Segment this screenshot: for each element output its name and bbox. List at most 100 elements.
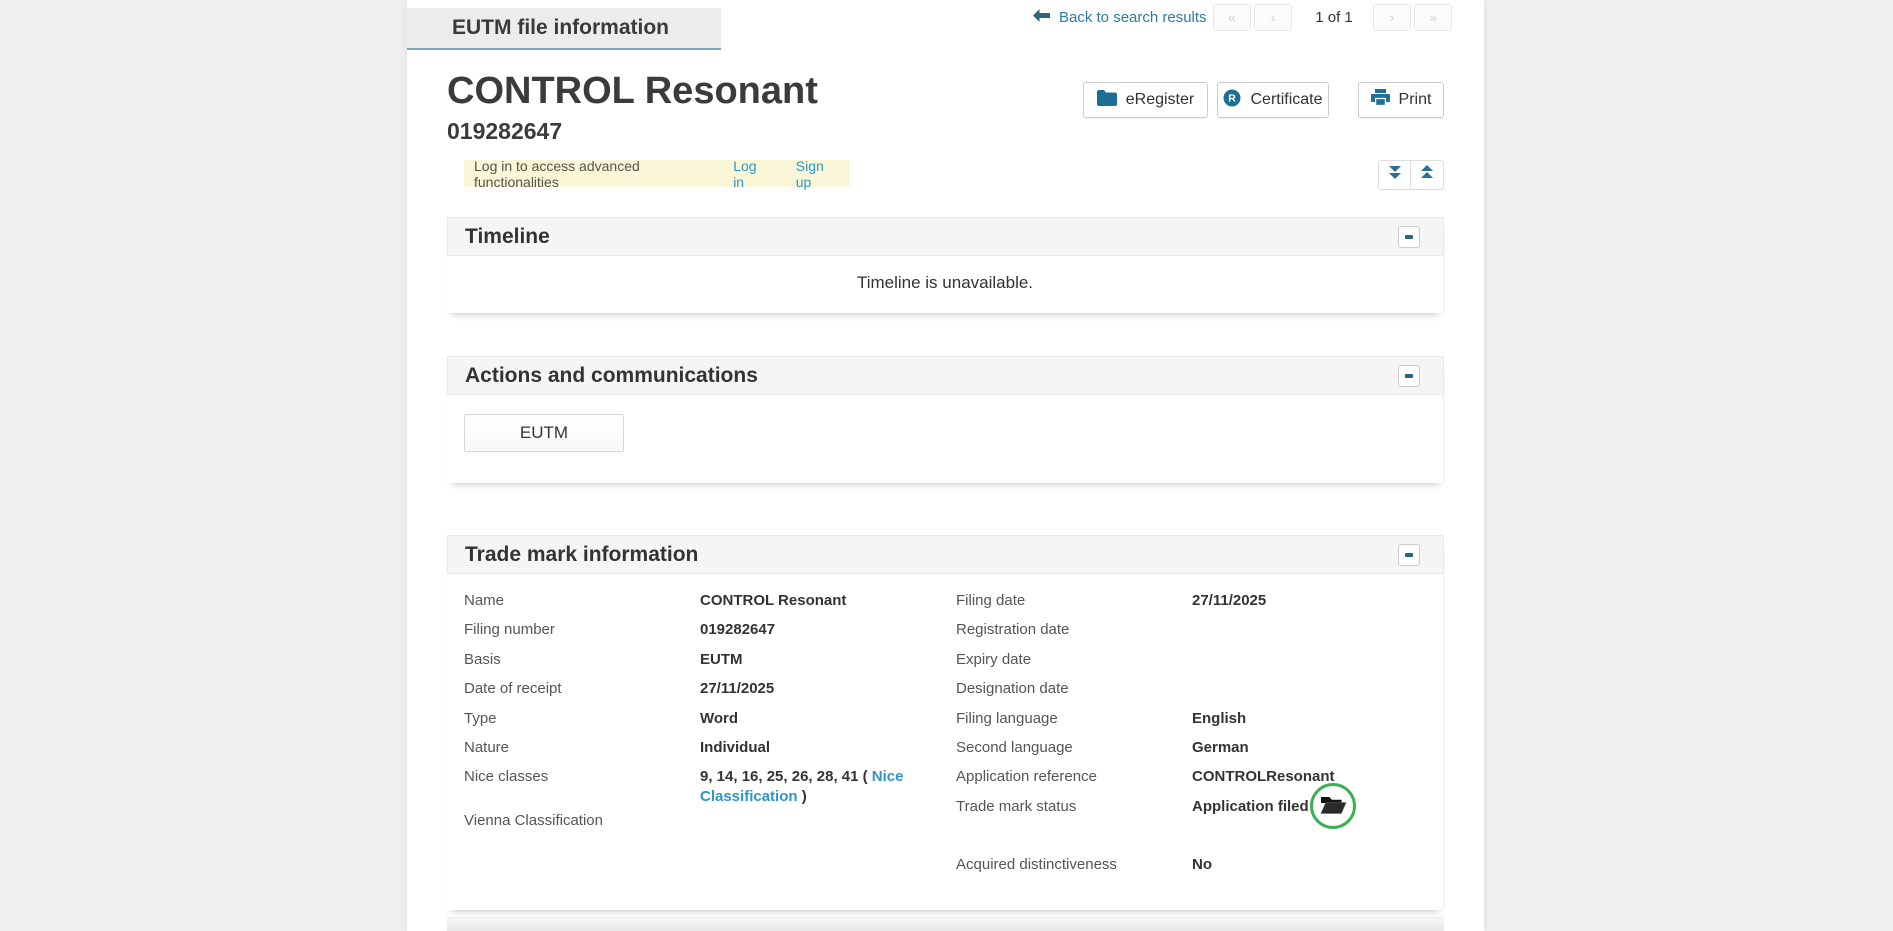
table-row: Nature Individual <box>464 734 956 763</box>
double-chevron-down-icon <box>1388 165 1402 185</box>
field-value: German <box>1192 734 1427 758</box>
field-label: Filing number <box>464 616 700 640</box>
expand-all-button[interactable] <box>1378 160 1411 190</box>
trademark-collapse-button[interactable] <box>1398 544 1420 566</box>
table-row: Vienna Classification <box>464 807 956 836</box>
field-value: CONTROL Resonant <box>700 587 956 611</box>
result-pager: « ‹ 1 of 1 › » <box>1213 4 1455 31</box>
field-label: Type <box>464 705 700 729</box>
field-value: CONTROLResonant <box>1192 763 1427 787</box>
trade-mark-status-value: Application filed <box>1192 793 1427 817</box>
eregister-button[interactable]: eRegister <box>1083 82 1208 118</box>
trademark-section-title: Trade mark information <box>465 543 698 566</box>
application-filed-status-icon <box>1310 783 1356 829</box>
field-value <box>1192 616 1427 620</box>
folder-icon <box>1097 90 1117 111</box>
field-value <box>1192 646 1427 650</box>
eutm-file-information-tab[interactable]: EUTM file information <box>407 8 721 50</box>
status-text: Application filed <box>1192 798 1309 815</box>
svg-text:R: R <box>1229 92 1237 104</box>
next-section-partial-header <box>447 917 1444 931</box>
nice-classes-numbers: 9, 14, 16, 25, 26, 28, 41 ( <box>700 768 872 785</box>
table-row: Filing date 27/11/2025 <box>956 587 1427 616</box>
table-row: Filing language English <box>956 705 1427 734</box>
field-label: Name <box>464 587 700 611</box>
field-label: Date of receipt <box>464 675 700 699</box>
minus-icon <box>1405 235 1413 239</box>
table-row: Basis EUTM <box>464 646 956 675</box>
trademark-info-left-column: Name CONTROL Resonant Filing number 0192… <box>447 587 956 894</box>
print-label: Print <box>1399 91 1432 109</box>
field-value: English <box>1192 705 1427 729</box>
table-row: Filing number 019282647 <box>464 616 956 645</box>
sign-up-link[interactable]: Sign up <box>796 158 840 190</box>
trademark-section-header: Trade mark information <box>447 535 1444 574</box>
field-value <box>700 807 956 811</box>
first-result-button[interactable]: « <box>1213 4 1251 31</box>
registered-mark-icon: R <box>1223 89 1241 112</box>
actions-communications-section: Actions and communications EUTM <box>447 356 1444 483</box>
table-row: Second language German <box>956 734 1427 763</box>
trademark-info-table: Name CONTROL Resonant Filing number 0192… <box>447 574 1444 910</box>
field-label: Filing date <box>956 587 1192 611</box>
main-content: EUTM file information Back to search res… <box>407 0 1484 931</box>
field-value: 27/11/2025 <box>1192 587 1427 611</box>
field-value: Individual <box>700 734 956 758</box>
double-chevron-up-icon <box>1420 165 1434 185</box>
timeline-collapse-button[interactable] <box>1398 226 1420 248</box>
minus-icon <box>1405 374 1413 378</box>
table-row: Date of receipt 27/11/2025 <box>464 675 956 704</box>
table-row: Designation date <box>956 675 1427 704</box>
eregister-label: eRegister <box>1126 91 1194 109</box>
certificate-label: Certificate <box>1250 91 1322 109</box>
field-label: Vienna Classification <box>464 807 700 831</box>
login-banner-message: Log in to access advanced functionalitie… <box>474 158 711 190</box>
timeline-unavailable-message: Timeline is unavailable. <box>857 273 1033 292</box>
log-in-link[interactable]: Log in <box>733 158 769 190</box>
field-label: Nature <box>464 734 700 758</box>
table-row: Type Word <box>464 705 956 734</box>
table-row: Registration date <box>956 616 1427 645</box>
back-link-label: Back to search results <box>1059 9 1207 26</box>
certificate-button[interactable]: R Certificate <box>1217 82 1329 118</box>
previous-result-button[interactable]: ‹ <box>1254 4 1292 31</box>
field-label: Application reference <box>956 763 1192 787</box>
field-value <box>1192 675 1427 679</box>
nice-classes-suffix: ) <box>798 788 807 805</box>
print-button[interactable]: Print <box>1358 82 1444 118</box>
field-label: Nice classes <box>464 763 700 787</box>
timeline-section-title: Timeline <box>465 225 550 248</box>
field-value: 019282647 <box>700 616 956 640</box>
actions-section-header: Actions and communications <box>447 356 1444 395</box>
back-to-search-results-link[interactable]: Back to search results <box>1033 9 1207 26</box>
actions-collapse-button[interactable] <box>1398 365 1420 387</box>
eutm-actions-tab[interactable]: EUTM <box>464 414 624 452</box>
field-label: Designation date <box>956 675 1192 699</box>
last-result-button[interactable]: » <box>1414 4 1452 31</box>
trademark-info-right-column: Filing date 27/11/2025 Registration date… <box>956 587 1427 894</box>
accordion-controls <box>1378 160 1444 190</box>
field-value: 9, 14, 16, 25, 26, 28, 41 ( Nice Classif… <box>700 763 940 807</box>
field-value: 27/11/2025 <box>700 675 956 699</box>
field-value: No <box>1192 851 1427 875</box>
table-row: Application reference CONTROLResonant <box>956 763 1427 792</box>
trademark-information-section: Trade mark information Name CONTROL Reso… <box>447 535 1444 910</box>
collapse-all-button[interactable] <box>1411 160 1444 190</box>
back-arrow-icon <box>1033 9 1050 26</box>
field-label: Registration date <box>956 616 1192 640</box>
field-label: Filing language <box>956 705 1192 729</box>
application-number: 019282647 <box>447 118 562 145</box>
actions-body: EUTM <box>447 395 1444 483</box>
timeline-section: Timeline Timeline is unavailable. <box>447 217 1444 313</box>
next-result-button[interactable]: › <box>1373 4 1411 31</box>
field-label: Basis <box>464 646 700 670</box>
field-label: Expiry date <box>956 646 1192 670</box>
field-value: EUTM <box>700 646 956 670</box>
table-row: Name CONTROL Resonant <box>464 587 956 616</box>
table-row: Acquired distinctiveness No <box>956 851 1427 880</box>
minus-icon <box>1405 553 1413 557</box>
field-label: Acquired distinctiveness <box>956 851 1192 875</box>
table-row-status: Trade mark status Application filed <box>956 793 1427 822</box>
printer-icon <box>1371 89 1390 111</box>
timeline-section-header: Timeline <box>447 217 1444 256</box>
